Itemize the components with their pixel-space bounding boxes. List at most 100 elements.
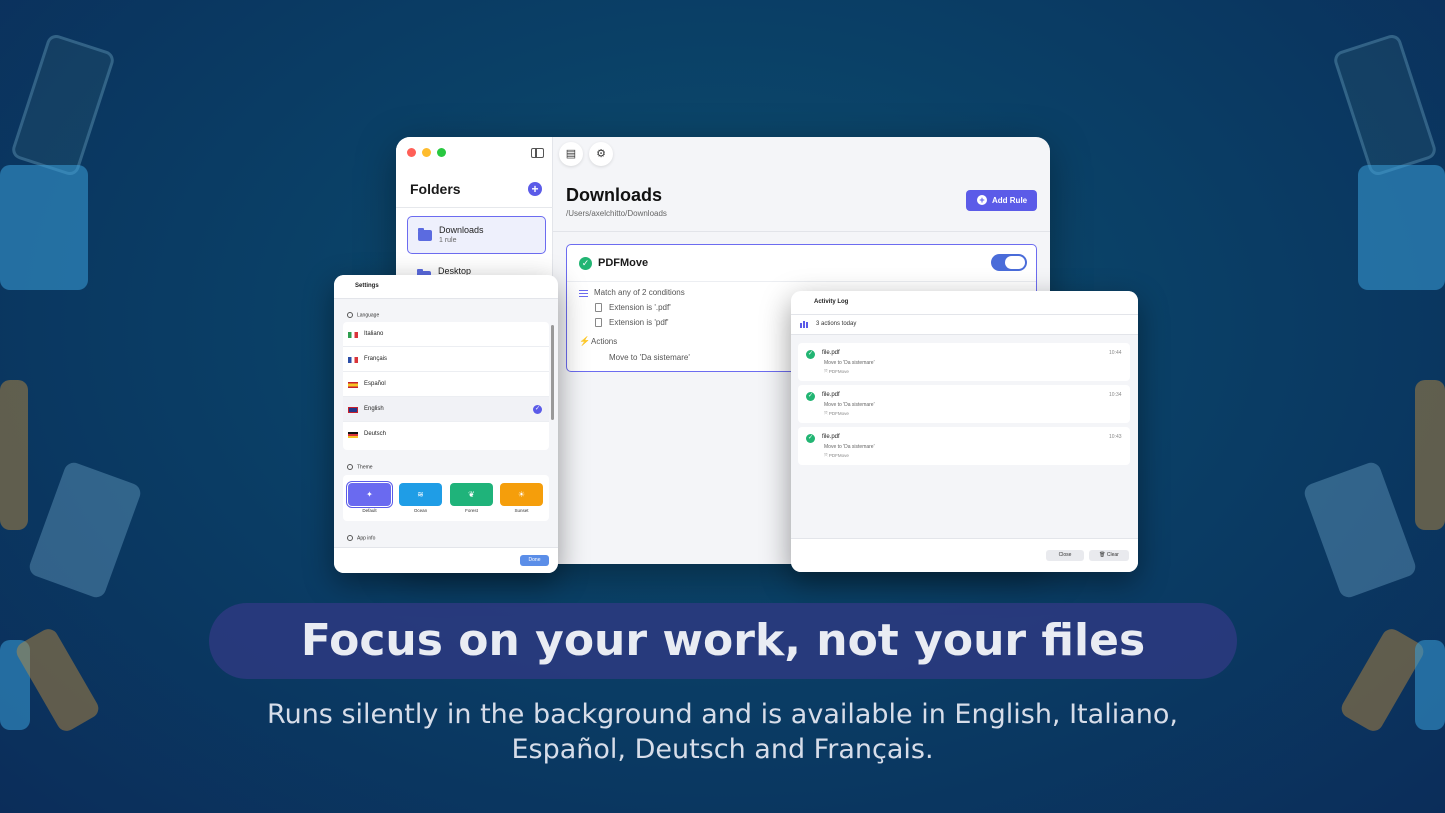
waves-icon: ≋ [417, 490, 424, 499]
theme-name: Default [362, 508, 377, 513]
action-item: Move to 'Da sistemare' [609, 353, 690, 362]
check-circle-icon: ✓ [806, 350, 815, 359]
subheadline: Runs silently in the background and is a… [200, 697, 1245, 767]
activity-title: Activity Log [814, 299, 849, 305]
decor-tilted-card [1338, 625, 1427, 735]
language-option-english[interactable]: English ✓ [343, 397, 549, 422]
activity-log-icon[interactable]: ▤ [559, 142, 583, 166]
gear-icon[interactable]: ⚙ [589, 142, 613, 166]
clear-button[interactable]: 🗑 Clear [1089, 550, 1129, 561]
selected-check-icon: ✓ [533, 405, 542, 414]
rule-name: PDFMove [598, 257, 649, 269]
settings-window: Settings Language Italiano Français Espa… [334, 275, 558, 573]
log-time: 10:43 [1109, 434, 1122, 440]
decor-diamond [1301, 459, 1419, 601]
italy-flag-icon [348, 332, 358, 338]
theme-label: Theme [357, 464, 373, 471]
activity-log-window: Activity Log 3 actions today ✓ file.pdf … [791, 291, 1138, 572]
activity-footer: Close 🗑 Clear [791, 538, 1138, 572]
decor-shape [1415, 640, 1445, 730]
settings-header: Settings [334, 275, 558, 299]
language-name: Français [364, 356, 388, 362]
window-controls [407, 148, 446, 157]
clear-label: Clear [1106, 552, 1119, 558]
app-info-section-label[interactable]: App info [347, 535, 375, 541]
decor-diamond [26, 459, 144, 601]
info-icon [347, 535, 353, 541]
match-label: Match any of 2 conditions [594, 288, 685, 297]
theme-name: Sunset [514, 508, 529, 513]
theme-name: Forest [465, 508, 478, 513]
check-circle-icon: ✓ [579, 257, 592, 270]
folder-rule-count: 1 rule [439, 237, 457, 244]
log-action: Move to 'Da sistemare' [824, 444, 875, 450]
log-time: 10:44 [1109, 350, 1122, 356]
decor-folder-shape [0, 165, 88, 290]
settings-footer: Done [334, 547, 558, 573]
settings-title: Settings [355, 283, 379, 289]
theme-section-label: Theme [347, 464, 373, 470]
folder-path: /Users/axelchitto/Downloads [566, 209, 667, 218]
close-button[interactable]: Close [1046, 550, 1084, 561]
sparkle-icon: ✦ [366, 490, 373, 499]
theme-picker: ✦ Default ≋ Ocean ❦ Forest ☀ Sunset [343, 475, 549, 521]
france-flag-icon [348, 357, 358, 363]
subheadline-line-2: Español, Deutsch and Français. [511, 734, 934, 765]
add-folder-button[interactable]: + [528, 182, 542, 196]
language-name: Deutsch [364, 431, 387, 437]
uk-flag-icon [348, 407, 358, 413]
app-info-label: App info [357, 535, 376, 542]
language-label: Language [357, 312, 380, 319]
bar-chart-icon [800, 321, 809, 328]
log-entry[interactable]: ✓ file.pdf Move to 'Da sistemare' PDFMov… [798, 385, 1130, 423]
add-rule-button[interactable]: Add Rule [966, 190, 1037, 211]
log-file-name: file.pdf [822, 350, 840, 356]
rule-enabled-toggle[interactable] [991, 254, 1027, 271]
done-button[interactable]: Done [520, 555, 549, 566]
scrollbar[interactable] [551, 325, 554, 420]
check-circle-icon: ✓ [806, 392, 815, 401]
log-rule: PDFMove [824, 453, 849, 458]
language-name: Italiano [364, 331, 384, 337]
language-option-deutsch[interactable]: Deutsch [343, 422, 549, 447]
conditions-icon [579, 290, 588, 297]
theme-sunset-tile[interactable]: ☀ [500, 483, 543, 506]
log-entry[interactable]: ✓ file.pdf Move to 'Da sistemare' PDFMov… [798, 343, 1130, 381]
decor-tilted-card [1331, 32, 1439, 178]
decor-folder-shape [1358, 165, 1445, 290]
theme-name: Ocean [413, 508, 428, 513]
language-name: English [364, 406, 384, 412]
folder-name: Downloads [439, 225, 484, 235]
activity-summary: 3 actions today [791, 315, 1138, 335]
sidebar-item-downloads[interactable]: Downloads 1 rule [407, 216, 546, 254]
log-file-name: file.pdf [822, 434, 840, 440]
sidebar-title: Folders [410, 181, 461, 197]
sidebar-toggle-icon[interactable] [531, 148, 544, 158]
theme-default-tile[interactable]: ✦ [346, 481, 393, 508]
zoom-window-button[interactable] [437, 148, 446, 157]
language-section-label: Language [347, 312, 379, 318]
condition-item: Extension is '.pdf' [609, 303, 671, 312]
theme-ocean-tile[interactable]: ≋ [399, 483, 442, 506]
spain-flag-icon [348, 382, 358, 388]
folder-icon [418, 228, 432, 241]
log-file-name: file.pdf [822, 392, 840, 398]
language-option-francais[interactable]: Français [343, 347, 549, 372]
log-rule: PDFMove [824, 411, 849, 416]
decor-tilted-card [9, 32, 117, 178]
leaf-icon: ❦ [468, 490, 475, 499]
theme-forest-tile[interactable]: ❦ [450, 483, 493, 506]
actions-label: Actions [591, 337, 618, 346]
headline: Focus on your work, not your files [300, 615, 1146, 666]
close-window-button[interactable] [407, 148, 416, 157]
globe-icon [347, 312, 353, 318]
actions-count: 3 actions today [816, 321, 857, 327]
minimize-window-button[interactable] [422, 148, 431, 157]
subheadline-line-1: Runs silently in the background and is a… [267, 699, 1178, 730]
language-option-espanol[interactable]: Español [343, 372, 549, 397]
bolt-icon: ⚡ [579, 336, 591, 346]
page-title: Downloads [566, 185, 663, 205]
check-circle-icon: ✓ [806, 434, 815, 443]
language-option-italiano[interactable]: Italiano [343, 322, 549, 347]
log-entry[interactable]: ✓ file.pdf Move to 'Da sistemare' PDFMov… [798, 427, 1130, 465]
